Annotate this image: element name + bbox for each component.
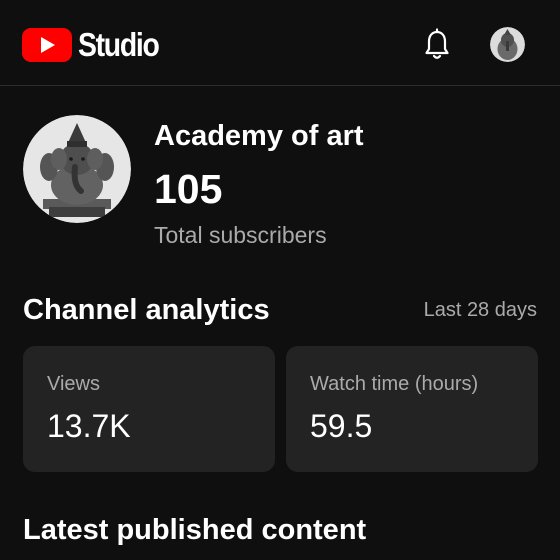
watch-time-card[interactable]: Watch time (hours) 59.5	[286, 346, 538, 472]
views-label: Views	[47, 373, 100, 395]
bell-icon[interactable]	[422, 28, 452, 62]
ganesha-image	[490, 27, 525, 62]
views-value: 13.7K	[47, 408, 131, 444]
views-card[interactable]: Views 13.7K	[23, 346, 275, 472]
watch-time-label: Watch time (hours)	[310, 373, 479, 395]
youtube-play-icon	[22, 28, 72, 62]
channel-avatar[interactable]	[23, 115, 131, 223]
period-selector[interactable]: Last 28 days	[424, 299, 537, 322]
channel-name: Academy of art	[154, 120, 364, 152]
latest-content-title: Latest published content	[23, 514, 367, 546]
avatar[interactable]	[490, 27, 525, 62]
subscriber-count: 105	[154, 166, 223, 212]
studio-app: Studio Academy of art 105 Total subscrib…	[0, 0, 560, 560]
top-bar: Studio	[0, 0, 560, 86]
ganesha-image	[23, 115, 131, 223]
studio-logo[interactable]: Studio	[22, 25, 172, 65]
watch-time-value: 59.5	[310, 408, 373, 444]
subscriber-label: Total subscribers	[154, 222, 327, 248]
logo-text: Studio	[78, 26, 160, 63]
analytics-title: Channel analytics	[23, 294, 270, 326]
